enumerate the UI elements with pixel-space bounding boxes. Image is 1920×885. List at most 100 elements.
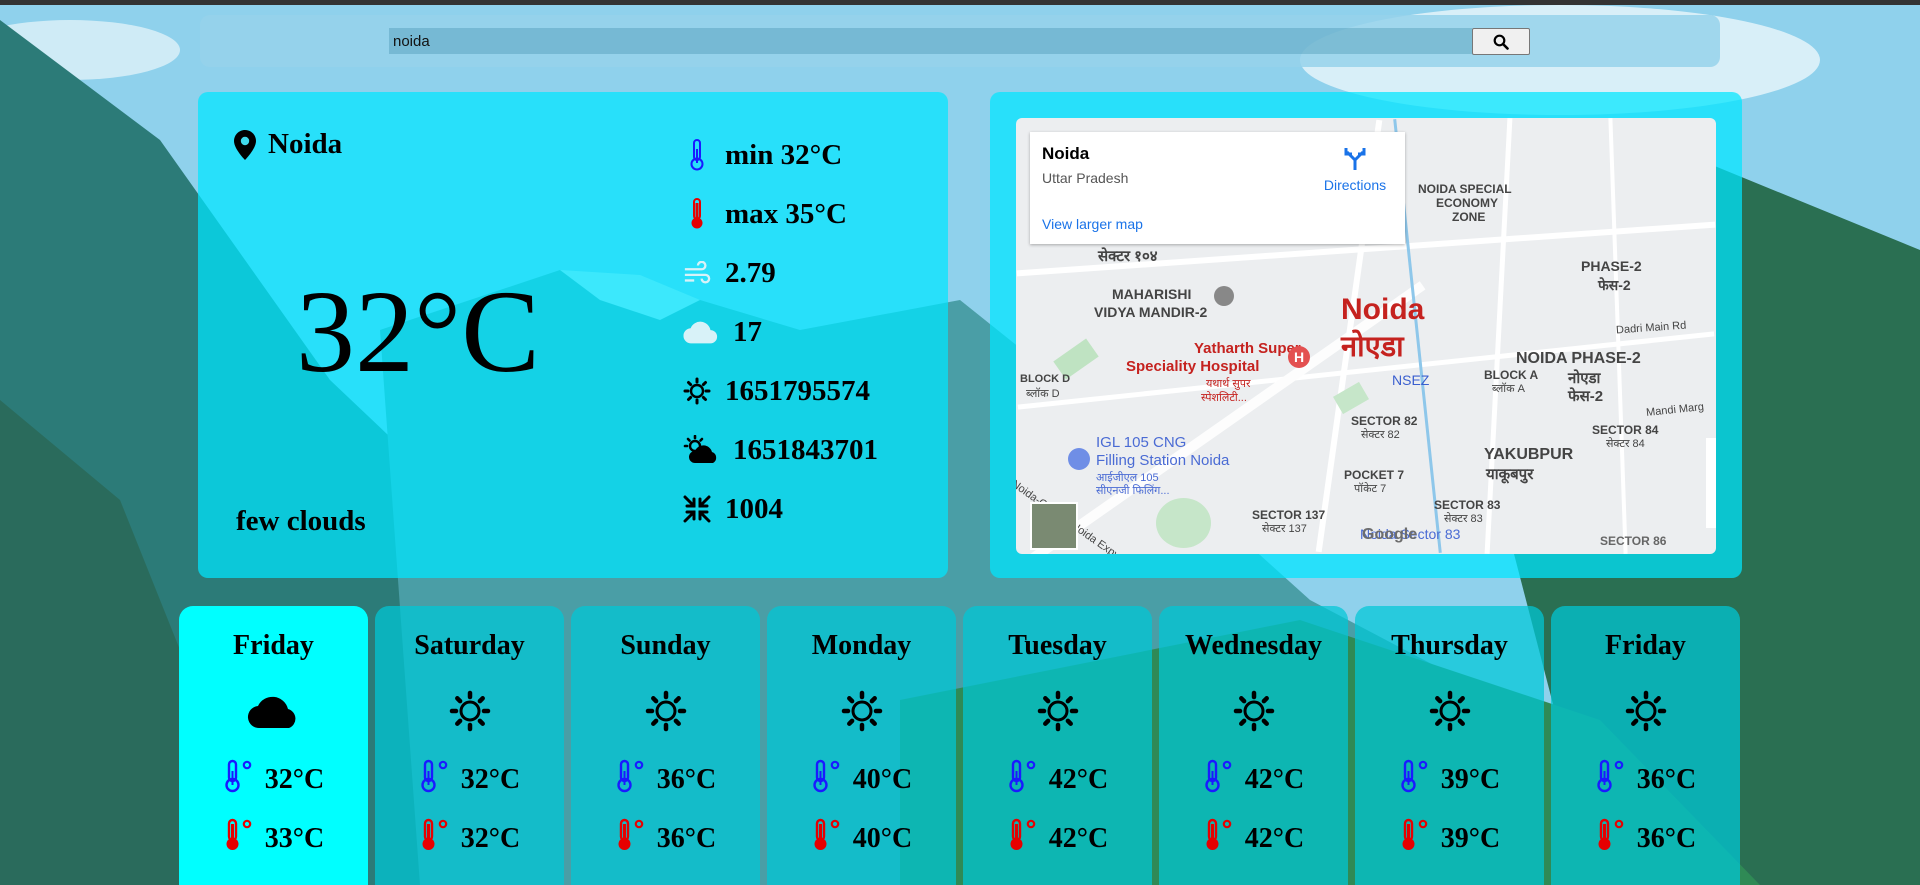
thermometer-hot-icon xyxy=(811,818,845,860)
weather-description: few clouds xyxy=(236,505,366,537)
thermometer-cold-icon xyxy=(419,759,453,801)
directions-icon xyxy=(1344,148,1366,170)
forecast-day-name: Friday xyxy=(1605,630,1686,661)
sun-icon xyxy=(571,690,760,732)
forecast-min-temp-text: 32°C xyxy=(264,764,325,795)
forecast-day-card[interactable]: Friday 32°C 33°C xyxy=(179,606,368,885)
map-label-hospital-2: Speciality Hospital xyxy=(1126,358,1260,375)
forecast-max-temp: 42°C xyxy=(963,818,1152,860)
stat-wind: 2.79 xyxy=(683,256,776,290)
map-label-hospital-hindi: यथार्थ सुपर xyxy=(1206,378,1251,390)
map-label-pocket7: POCKET 7 xyxy=(1344,468,1405,482)
map-label-hospital-hindi-2: स्पेशलिटी... xyxy=(1201,392,1247,404)
map-label-sector82-hindi: सेक्टर 82 xyxy=(1361,429,1400,441)
search-icon xyxy=(1493,34,1509,50)
forecast-max-temp: 36°C xyxy=(1551,818,1740,860)
sun-icon xyxy=(1355,690,1544,732)
map-place-region: Uttar Pradesh xyxy=(1042,170,1129,186)
map-label-maharishi-2: VIDYA MANDIR-2 xyxy=(1094,304,1208,320)
forecast-day-card[interactable]: Saturday 32°C 32°C xyxy=(375,606,564,885)
stat-clouds-text: 17 xyxy=(733,315,762,348)
view-larger-map-link[interactable]: View larger map xyxy=(1042,216,1143,232)
forecast-day-name: Wednesday xyxy=(1185,630,1322,661)
stat-pressure-text: 1004 xyxy=(725,492,783,525)
forecast-max-temp: 39°C xyxy=(1355,818,1544,860)
forecast-min-temp: 36°C xyxy=(571,759,760,801)
forecast-day-card[interactable]: Monday 40°C 40°C xyxy=(767,606,956,885)
map-label-special-economy-3: ZONE xyxy=(1452,210,1486,224)
wind-icon xyxy=(683,256,711,290)
stat-max-temp-text: max 35°C xyxy=(725,197,847,230)
forecast-min-temp-text: 42°C xyxy=(1244,764,1305,795)
pressure-compress-icon xyxy=(683,492,711,526)
sunrise-gear-icon xyxy=(683,374,711,408)
map-label-noida-hindi: नोएडा xyxy=(1341,331,1404,363)
embedded-map[interactable]: Noida नोएडा MAHARISHI VIDYA MANDIR-2 Yat… xyxy=(1016,118,1716,554)
forecast-min-temp-text: 40°C xyxy=(852,764,913,795)
sun-icon xyxy=(1551,690,1740,732)
forecast-max-temp-text: 42°C xyxy=(1244,823,1305,854)
map-label-sector82: SECTOR 82 xyxy=(1351,414,1418,428)
forecast-min-temp: 40°C xyxy=(767,759,956,801)
map-label-noida: Noida xyxy=(1341,293,1425,326)
forecast-day-card[interactable]: Wednesday 42°C 42°C xyxy=(1159,606,1348,885)
search-input[interactable] xyxy=(389,28,1472,54)
thermometer-hot-icon xyxy=(683,197,711,231)
forecast-min-temp-text: 32°C xyxy=(460,764,521,795)
thermometer-cold-icon xyxy=(811,759,845,801)
thermometer-cold-icon xyxy=(615,759,649,801)
thermometer-hot-icon xyxy=(1203,818,1237,860)
hospital-marker-icon[interactable]: H xyxy=(1288,346,1310,368)
map-label-block-a-hindi: ब्लॉक A xyxy=(1492,383,1525,395)
forecast-min-temp: 32°C xyxy=(375,759,564,801)
thermometer-cold-icon xyxy=(1203,759,1237,801)
thermometer-cold-icon xyxy=(683,138,711,172)
forecast-max-temp-text: 33°C xyxy=(264,823,325,854)
school-marker-icon[interactable] xyxy=(1214,286,1234,306)
map-label-yakubpur: YAKUBPUR xyxy=(1484,446,1574,463)
forecast-max-temp: 32°C xyxy=(375,818,564,860)
map-label-noida-phase2-hindi: नोएडा xyxy=(1568,370,1601,387)
search-button[interactable] xyxy=(1472,28,1530,55)
forecast-day-name: Friday xyxy=(233,630,314,661)
map-label-hospital: Yatharth Super xyxy=(1194,340,1301,357)
forecast-day-card[interactable]: Tuesday 42°C 42°C xyxy=(963,606,1152,885)
map-park xyxy=(1156,498,1211,548)
current-temperature: 32°C xyxy=(296,266,540,397)
forecast-min-temp-text: 39°C xyxy=(1440,764,1501,795)
map-label-phase2-hindi: फेस-2 xyxy=(1598,277,1631,293)
map-label-sector104-hindi: सेक्टर १०४ xyxy=(1098,248,1158,265)
forecast-day-card[interactable]: Thursday 39°C 39°C xyxy=(1355,606,1544,885)
cloud-icon xyxy=(179,690,368,730)
forecast-max-temp-text: 40°C xyxy=(852,823,913,854)
thermometer-cold-icon xyxy=(1595,759,1629,801)
map-info-card: Noida Uttar Pradesh View larger map Dire… xyxy=(1030,132,1405,244)
map-label-mandi-marg: Mandi Marg xyxy=(1645,400,1705,420)
forecast-max-temp: 40°C xyxy=(767,818,956,860)
city-name: Noida xyxy=(268,128,343,160)
map-label-igl-hindi-2: सीएनजी फिलिंग... xyxy=(1096,485,1170,497)
map-label-special-economy-2: ECONOMY xyxy=(1436,196,1499,210)
city-heading: Noida xyxy=(234,128,342,161)
forecast-max-temp-text: 36°C xyxy=(656,823,717,854)
location-pin-icon xyxy=(234,129,256,160)
map-label-noida-phase2: NOIDA PHASE-2 xyxy=(1516,350,1641,367)
directions-button[interactable]: Directions xyxy=(1310,146,1400,193)
map-label-sector83-hindi: सेक्टर 83 xyxy=(1444,513,1483,525)
thermometer-cold-icon xyxy=(223,759,257,801)
stat-min-temp-text: min 32°C xyxy=(725,138,843,171)
map-zoom-control[interactable] xyxy=(1706,438,1716,528)
forecast-max-temp: 42°C xyxy=(1159,818,1348,860)
stat-sunset-text: 1651843701 xyxy=(733,433,878,466)
satellite-toggle[interactable] xyxy=(1030,502,1078,550)
forecast-min-temp: 36°C xyxy=(1551,759,1740,801)
forecast-day-name: Tuesday xyxy=(1008,630,1107,661)
map-label-igl-2: Filling Station Noida xyxy=(1096,452,1230,469)
stat-clouds: 17 xyxy=(683,315,762,349)
forecast-day-card[interactable]: Sunday 36°C 36°C xyxy=(571,606,760,885)
map-label-noida-phase2-hindi-2: फेस-2 xyxy=(1568,388,1604,405)
sunset-cloud-icon xyxy=(683,433,719,467)
map-label-special-economy: NOIDA SPECIAL xyxy=(1418,182,1512,196)
forecast-day-card[interactable]: Friday 36°C 36°C xyxy=(1551,606,1740,885)
fuel-station-marker-icon[interactable] xyxy=(1068,448,1090,470)
